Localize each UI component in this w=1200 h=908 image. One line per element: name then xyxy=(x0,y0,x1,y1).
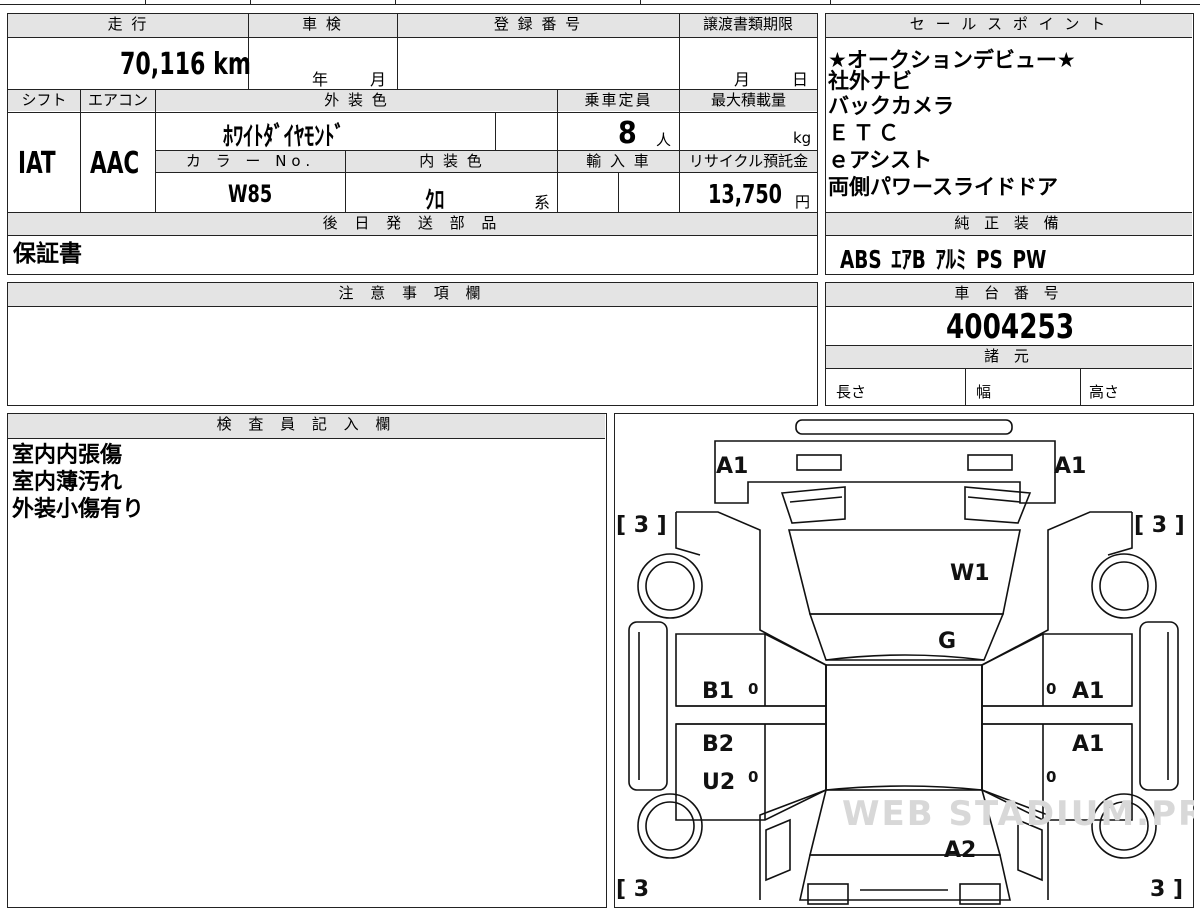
color-no-value: W85 xyxy=(228,180,273,208)
shift-value: IAT xyxy=(18,146,56,181)
transfer-day: 日 xyxy=(792,70,809,89)
sales-point-item: ＥＴＣ xyxy=(828,121,903,145)
vehicle-info-table: 走 行 車 検 登 録 番 号 譲渡書類期限 70,116 km 年 月 月 日… xyxy=(7,13,818,275)
roof-bar-shape xyxy=(794,418,1013,435)
sales-point-label: セ ー ル ス ポ イ ン ト xyxy=(826,14,1192,37)
interior-color-label: 内 装 色 xyxy=(346,151,557,172)
chassis-value: 4004253 xyxy=(946,307,1075,347)
inspector-label: 検 査 員 記 入 欄 xyxy=(8,414,605,438)
capacity-value: 8 xyxy=(618,116,637,151)
aircon-value: AAC xyxy=(90,146,140,181)
car-outline-svg: A1 A1 W1 G B1 B2 U2 A1 A1 A2 [ 3 ] [ 3 ]… xyxy=(616,418,1194,905)
later-parts-value: 保証書 xyxy=(13,241,82,267)
inspector-panel: 検 査 員 記 入 欄 室内内張傷 室内薄汚れ 外装小傷有り xyxy=(7,413,607,908)
later-parts-label: 後 日 発 送 部 品 xyxy=(8,213,817,235)
interior-color-value: ｸﾛ xyxy=(425,186,445,214)
side-step-right-shape xyxy=(1138,620,1179,791)
equipment-value: ABS ｴｱB ｱﾙﾐ PS PW xyxy=(840,245,1047,274)
zero-mark: 0 xyxy=(1046,680,1056,698)
mark-w1: W1 xyxy=(950,561,990,586)
sales-point-item: バックカメラ xyxy=(828,94,954,118)
inspection-year: 年 xyxy=(312,70,329,89)
mark-a1-front-right-door: A1 xyxy=(1072,679,1104,704)
wheel-front-right-shape xyxy=(1090,552,1157,619)
tread-front-right: [ 3 ] xyxy=(1134,513,1185,538)
shift-label: シフト xyxy=(8,90,80,111)
max-load-unit: kg xyxy=(793,129,812,147)
mileage-value: 70,116 km xyxy=(120,47,251,82)
chassis-label: 車 台 番 号 xyxy=(826,283,1192,306)
max-load-label: 最大積載量 xyxy=(680,90,817,111)
spec-width-label: 幅 xyxy=(976,383,992,401)
top-strip xyxy=(0,0,1200,6)
inspector-note-line: 外装小傷有り xyxy=(12,497,145,522)
side-step-left-shape xyxy=(627,620,668,791)
spec-height-label: 高さ xyxy=(1089,383,1120,401)
car-condition-diagram: A1 A1 W1 G B1 B2 U2 A1 A1 A2 [ 3 ] [ 3 ]… xyxy=(614,413,1194,908)
sales-point-panel: セ ー ル ス ポ イ ン ト ★オークションデビュー★ 社外ナビ バックカメラ… xyxy=(825,13,1194,275)
exterior-color-value: ﾎﾜｲﾄﾀﾞｲﾔﾓﾝﾄﾞ xyxy=(223,122,345,152)
mark-a1-right: A1 xyxy=(1054,454,1086,479)
mark-b2: B2 xyxy=(702,732,734,757)
mark-a1-left: A1 xyxy=(716,454,748,479)
equipment-label: 純 正 装 備 xyxy=(826,213,1192,235)
tread-rear-left: [ 3 xyxy=(616,877,649,902)
import-label: 輸 入 車 xyxy=(558,151,679,172)
zero-mark: 0 xyxy=(748,768,758,786)
tread-front-left: [ 3 ] xyxy=(616,513,667,538)
color-no-label: カ ラ ー No. xyxy=(156,151,345,172)
headlight-left-shape xyxy=(795,453,842,471)
mark-b1: B1 xyxy=(702,679,734,704)
sales-point-list: ★オークションデビュー★ 社外ナビ バックカメラ ＥＴＣ ｅアシスト 両側パワー… xyxy=(828,47,1188,201)
inspector-note-line: 室内内張傷 xyxy=(12,443,123,468)
inspection-label: 車 検 xyxy=(248,14,397,37)
capacity-label: 乗車定員 xyxy=(558,90,679,111)
mileage-label: 走 行 xyxy=(8,14,248,37)
exterior-color-label: 外 装 色 xyxy=(156,90,557,111)
recycle-unit: 円 xyxy=(795,193,811,211)
aircon-label: エアコン xyxy=(81,90,155,111)
door-front-right-shape xyxy=(980,632,1133,707)
inspection-month: 月 xyxy=(370,70,387,89)
zero-mark: 0 xyxy=(1046,768,1056,786)
tread-rear-right: 3 ] xyxy=(1150,877,1183,902)
recycle-label: リサイクル預託金 xyxy=(680,151,817,172)
recycle-value: 13,750 xyxy=(708,180,783,210)
transfer-deadline-label: 譲渡書類期限 xyxy=(679,14,817,37)
headlight-right-shape xyxy=(966,453,1013,471)
registration-label: 登 録 番 号 xyxy=(397,14,679,37)
specs-label: 諸 元 xyxy=(826,346,1192,368)
roof-shape xyxy=(824,663,983,791)
inspector-note-line: 室内薄汚れ xyxy=(12,470,123,495)
inspector-notes: 室内内張傷 室内薄汚れ 外装小傷有り xyxy=(12,442,144,523)
mark-g: G xyxy=(938,629,956,654)
zero-mark: 0 xyxy=(748,680,758,698)
mark-u2: U2 xyxy=(702,770,735,795)
wheel-front-left-shape xyxy=(636,552,703,619)
chassis-panel: 車 台 番 号 4004253 諸 元 長さ 幅 高さ xyxy=(825,282,1194,406)
watermark-text: WEB STADIUM.PRO xyxy=(842,794,1194,834)
wheel-rear-left-shape xyxy=(636,792,703,859)
sales-point-item: ｅアシスト xyxy=(828,148,933,172)
transfer-month: 月 xyxy=(734,70,751,89)
spec-length-label: 長さ xyxy=(836,383,867,401)
mark-a1-rear-right-door: A1 xyxy=(1072,732,1104,757)
capacity-unit: 人 xyxy=(656,131,672,149)
interior-suffix: 系 xyxy=(534,193,551,212)
front-bumper-shape xyxy=(713,439,1056,504)
notes-label: 注 意 事 項 欄 xyxy=(8,283,817,306)
notes-panel: 注 意 事 項 欄 xyxy=(7,282,818,406)
sales-point-item: 両側パワースライドドア xyxy=(828,175,1058,199)
mark-a2: A2 xyxy=(944,838,976,863)
